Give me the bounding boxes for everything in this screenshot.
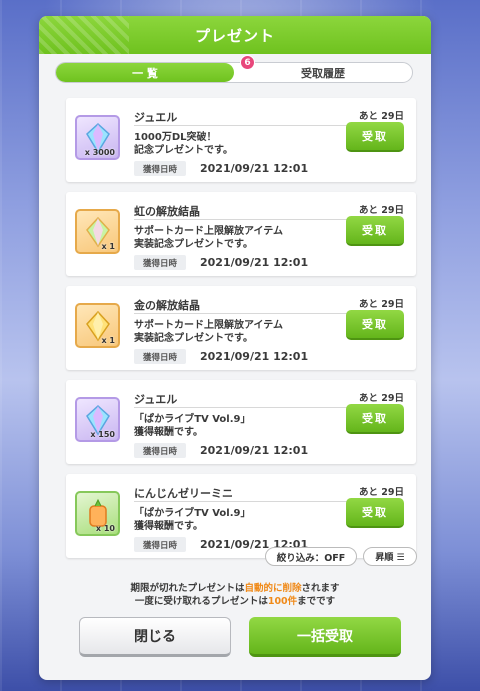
gold-crystal-icon: x 1 bbox=[75, 303, 120, 348]
divider bbox=[134, 219, 364, 220]
item-name: ジュエル bbox=[134, 111, 178, 124]
claim-button[interactable]: 受取 bbox=[346, 310, 404, 340]
divider bbox=[134, 313, 364, 314]
carrot-jelly-icon: x 10 bbox=[75, 491, 120, 536]
date-label: 獲得日時 bbox=[134, 443, 186, 458]
bulk-claim-button[interactable]: 一括受取 bbox=[249, 617, 401, 657]
claim-button[interactable]: 受取 bbox=[346, 498, 404, 528]
present-dialog: プレゼント 一 覧 受取履歴 6 x 3000 ジュエル 1000万DL突破！ … bbox=[39, 16, 431, 680]
divider bbox=[134, 501, 364, 502]
remaining-days: あと 29日 bbox=[358, 111, 404, 122]
date-label: 獲得日時 bbox=[134, 349, 186, 364]
remaining-days: あと 29日 bbox=[358, 205, 404, 216]
jewel-icon: x 150 bbox=[75, 397, 120, 442]
date-label: 獲得日時 bbox=[134, 161, 186, 176]
notice-text: 期限が切れたプレゼントは自動的に削除されます 一度に受け取れるプレゼントは100… bbox=[130, 583, 340, 607]
divider bbox=[134, 407, 364, 408]
list-item: x 3000 ジュエル 1000万DL突破！ 記念プレゼントです。 獲得日時 2… bbox=[66, 98, 416, 182]
claim-button[interactable]: 受取 bbox=[346, 122, 404, 152]
claim-button[interactable]: 受取 bbox=[346, 216, 404, 246]
list-item: x 10 にんじんゼリーミニ 「ぱかライブTV Vol.9」 獲得報酬です。 獲… bbox=[66, 474, 416, 558]
date-value: 2021/09/21 12:01 bbox=[200, 350, 309, 363]
item-description: サポートカード上限解放アイテム 実装記念プレゼントです。 bbox=[134, 226, 283, 250]
date-label: 獲得日時 bbox=[134, 537, 186, 552]
rainbow-crystal-icon: x 1 bbox=[75, 209, 120, 254]
item-name: にんじんゼリーミニ bbox=[134, 487, 233, 500]
date-label: 獲得日時 bbox=[134, 255, 186, 270]
divider bbox=[134, 125, 364, 126]
dialog-title: プレゼント bbox=[194, 26, 275, 45]
date-value: 2021/09/21 12:01 bbox=[200, 444, 309, 457]
count-badge: 6 bbox=[240, 55, 255, 70]
claim-button[interactable]: 受取 bbox=[346, 404, 404, 434]
item-name: 金の解放結晶 bbox=[134, 299, 200, 312]
tab-bar: 一 覧 受取履歴 6 bbox=[55, 55, 413, 83]
item-description: サポートカード上限解放アイテム 実装記念プレゼントです。 bbox=[134, 320, 283, 344]
list-item: x 150 ジュエル 「ぱかライブTV Vol.9」 獲得報酬です。 獲得日時 … bbox=[66, 380, 416, 464]
close-button[interactable]: 閉じる bbox=[79, 617, 231, 657]
tab-history[interactable]: 受取履歴 bbox=[234, 63, 412, 82]
item-quantity: x 150 bbox=[90, 430, 115, 439]
jewel-icon: x 3000 bbox=[75, 115, 120, 160]
list-item: x 1 金の解放結晶 サポートカード上限解放アイテム 実装記念プレゼントです。 … bbox=[66, 286, 416, 370]
date-value: 2021/09/21 12:01 bbox=[200, 162, 309, 175]
present-list[interactable]: x 3000 ジュエル 1000万DL突破！ 記念プレゼントです。 獲得日時 2… bbox=[39, 96, 431, 586]
filter-button[interactable]: 絞り込み：OFF bbox=[265, 547, 357, 566]
item-description: 「ぱかライブTV Vol.9」 獲得報酬です。 bbox=[134, 508, 251, 532]
sort-button[interactable]: 昇順 ☰ bbox=[363, 547, 417, 566]
list-item: x 1 虹の解放結晶 サポートカード上限解放アイテム 実装記念プレゼントです。 … bbox=[66, 192, 416, 276]
tab-list[interactable]: 一 覧 bbox=[56, 63, 234, 82]
dialog-header: プレゼント bbox=[39, 16, 431, 54]
item-name: ジュエル bbox=[134, 393, 178, 406]
remaining-days: あと 29日 bbox=[358, 299, 404, 310]
item-name: 虹の解放結晶 bbox=[134, 205, 200, 218]
item-quantity: x 10 bbox=[95, 524, 115, 533]
item-quantity: x 1 bbox=[101, 242, 115, 251]
item-description: 1000万DL突破！ 記念プレゼントです。 bbox=[134, 132, 233, 156]
date-value: 2021/09/21 12:01 bbox=[200, 256, 309, 269]
item-quantity: x 3000 bbox=[84, 148, 115, 157]
item-description: 「ぱかライブTV Vol.9」 獲得報酬です。 bbox=[134, 414, 251, 438]
remaining-days: あと 29日 bbox=[358, 393, 404, 404]
remaining-days: あと 29日 bbox=[358, 487, 404, 498]
item-quantity: x 1 bbox=[101, 336, 115, 345]
